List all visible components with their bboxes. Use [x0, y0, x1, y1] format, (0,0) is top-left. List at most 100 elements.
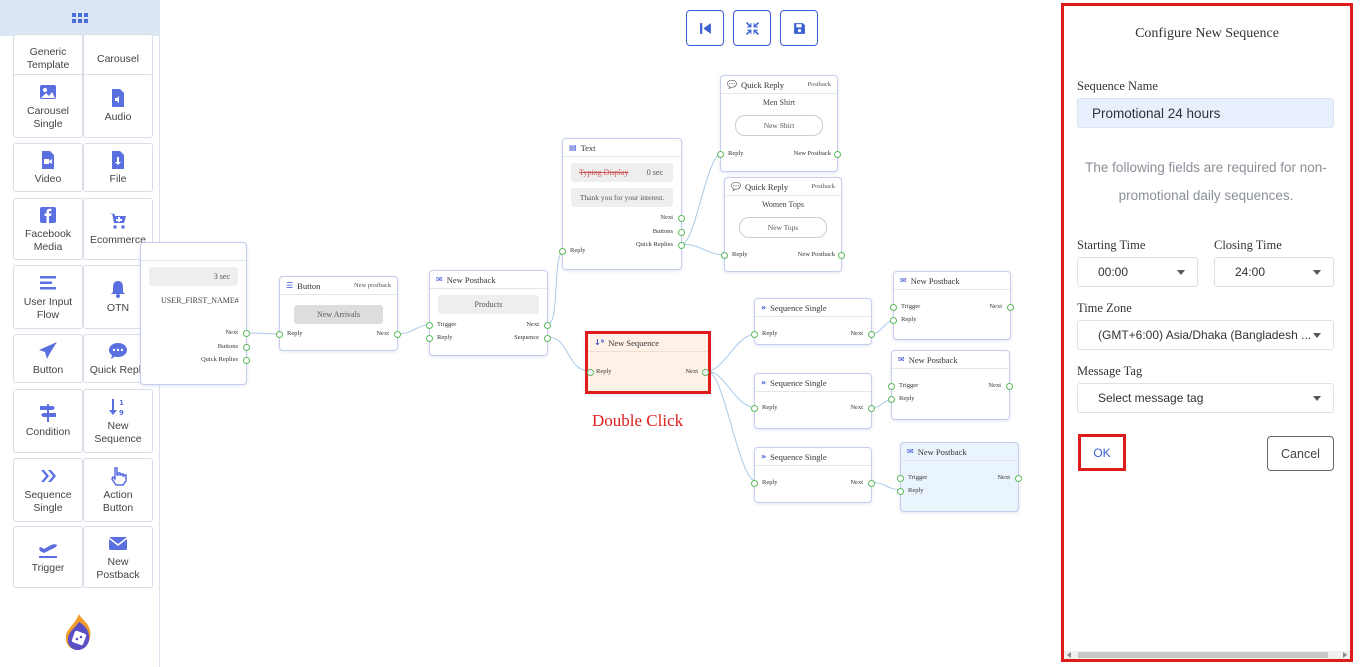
- input-port[interactable]: [751, 405, 758, 412]
- output-port[interactable]: [834, 151, 841, 158]
- sidebar-tile-facebook-media[interactable]: Facebook Media: [13, 198, 83, 260]
- message-tag-select[interactable]: Select message tag: [1077, 383, 1334, 413]
- node-title: New Sequence: [608, 337, 659, 348]
- envelope-icon: ✉: [436, 275, 443, 284]
- svg-text:9: 9: [119, 409, 124, 417]
- message-node[interactable]: 3 sec USER_FIRST_NAME# Next Buttons Quic…: [140, 242, 250, 385]
- output-port[interactable]: [243, 330, 250, 337]
- sidebar-tile-user-input-flow[interactable]: User Input Flow: [13, 265, 83, 329]
- video-file-icon: [38, 150, 58, 170]
- output-port[interactable]: [678, 242, 685, 249]
- output-port[interactable]: [394, 331, 401, 338]
- quick-reply-node[interactable]: 💬 Quick Reply Postback Women Tops New Tops…: [721, 177, 845, 272]
- input-port[interactable]: [276, 331, 283, 338]
- output-port[interactable]: [544, 322, 551, 329]
- postback-node[interactable]: ✉ New Postback Trigger Reply Next: [897, 442, 1022, 512]
- closing-time-value: 24:00: [1235, 265, 1266, 279]
- output-port[interactable]: [678, 215, 685, 222]
- port-trigger-label: Trigger: [901, 303, 921, 310]
- sequence-single-node[interactable]: » Sequence Single Reply Next: [751, 447, 875, 503]
- input-port[interactable]: [890, 304, 897, 311]
- input-port[interactable]: [890, 317, 897, 324]
- horizontal-scrollbar[interactable]: [1064, 651, 1350, 659]
- node-subtitle: New postback: [353, 282, 391, 289]
- port-reply-label: Reply: [287, 330, 303, 337]
- text-node[interactable]: ▤ Text Typing Display 0 sec Thank you for…: [559, 138, 685, 270]
- input-port[interactable]: [888, 396, 895, 403]
- sidebar-tile-label: Button: [32, 363, 64, 376]
- input-port[interactable]: [721, 252, 728, 259]
- closing-time-select[interactable]: 24:00: [1214, 257, 1334, 287]
- input-port[interactable]: [897, 488, 904, 495]
- port-reply-label: Reply: [762, 404, 778, 411]
- cancel-button[interactable]: Cancel: [1267, 436, 1334, 471]
- plane-departure-icon: [38, 539, 58, 559]
- scroll-left-icon[interactable]: [1067, 652, 1071, 658]
- postback-node[interactable]: ✉ New Postback Trigger Reply Next: [888, 350, 1013, 420]
- sequence-name-input[interactable]: Promotional 24 hours: [1077, 98, 1334, 128]
- output-port[interactable]: [868, 405, 875, 412]
- new-sequence-node[interactable]: ↓⁹ New Sequence Reply Next: [585, 331, 711, 394]
- postback-node[interactable]: ✉ New Postback Trigger Reply Next: [890, 271, 1014, 340]
- port-next-label: Next: [850, 330, 863, 337]
- input-port[interactable]: [897, 475, 904, 482]
- output-port[interactable]: [243, 344, 250, 351]
- svg-text:1: 1: [119, 399, 124, 407]
- sidebar-tile-audio[interactable]: Audio: [83, 74, 153, 138]
- chevron-down-icon: [1313, 270, 1321, 275]
- output-port[interactable]: [544, 335, 551, 342]
- input-port[interactable]: [751, 331, 758, 338]
- output-port[interactable]: [678, 229, 685, 236]
- sidebar-tile-label: Video: [34, 172, 62, 185]
- input-port[interactable]: [559, 248, 566, 255]
- sidebar-tile-new-sequence[interactable]: 1 9 New Sequence: [83, 389, 153, 453]
- input-port[interactable]: [888, 383, 895, 390]
- output-port[interactable]: [1007, 304, 1014, 311]
- input-port[interactable]: [587, 369, 594, 376]
- postback-node[interactable]: ✉ New Postback Products Trigger Reply Nex…: [426, 270, 551, 356]
- sequence-single-node[interactable]: » Sequence Single Reply Next: [751, 373, 875, 429]
- time-zone-select[interactable]: (GMT+6:00) Asia/Dhaka (Bangladesh ...: [1077, 320, 1334, 350]
- output-port[interactable]: [838, 252, 845, 259]
- button-node[interactable]: ☰ Button New postback New Arrivals Reply N…: [276, 276, 401, 351]
- input-port[interactable]: [717, 151, 724, 158]
- scroll-right-icon[interactable]: [1343, 652, 1347, 658]
- starting-time-select[interactable]: 00:00: [1077, 257, 1198, 287]
- output-port[interactable]: [868, 331, 875, 338]
- first-step-button[interactable]: [686, 10, 724, 46]
- output-port[interactable]: [1015, 475, 1022, 482]
- sidebar-tile-sequence-single[interactable]: Sequence Single: [13, 458, 83, 522]
- text-message: Thank you for your interest.: [571, 188, 673, 207]
- compress-button[interactable]: [733, 10, 771, 46]
- output-port[interactable]: [702, 369, 709, 376]
- envelope-icon: ✉: [900, 276, 907, 285]
- output-port[interactable]: [243, 357, 250, 364]
- input-port[interactable]: [426, 335, 433, 342]
- flow-canvas[interactable]: 3 sec USER_FIRST_NAME# Next Buttons Quic…: [140, 0, 1060, 667]
- sidebar-tile-trigger[interactable]: Trigger: [13, 526, 83, 588]
- sequence-single-node[interactable]: » Sequence Single Reply Next: [751, 298, 875, 345]
- quick-reply-node[interactable]: 💬 Quick Reply Postback Men Shirt New Shirt…: [717, 75, 841, 172]
- sidebar-tile-condition[interactable]: Condition: [13, 389, 83, 453]
- node-title: Text: [580, 142, 596, 153]
- port-reply-label: Reply: [762, 330, 778, 337]
- sidebar-tile-button[interactable]: Button: [13, 334, 83, 383]
- ok-button[interactable]: OK: [1078, 434, 1126, 471]
- sidebar-tile-carousel-single[interactable]: Carousel Single: [13, 74, 83, 138]
- scrollbar-thumb[interactable]: [1078, 652, 1328, 658]
- input-port[interactable]: [426, 322, 433, 329]
- sidebar-tile-label: Facebook Media: [24, 227, 72, 253]
- save-button[interactable]: [780, 10, 818, 46]
- sidebar-header[interactable]: [0, 0, 159, 36]
- sidebar-tile-file[interactable]: File: [83, 143, 153, 192]
- sidebar-tile-action-button[interactable]: Action Button: [83, 458, 153, 522]
- sidebar-tile-label: New Postback: [96, 555, 140, 581]
- output-port[interactable]: [1006, 383, 1013, 390]
- output-port[interactable]: [868, 480, 875, 487]
- input-port[interactable]: [751, 480, 758, 487]
- sidebar-tile-video[interactable]: Video: [13, 143, 83, 192]
- sidebar-tile-label: Carousel Single: [26, 104, 70, 130]
- message-tag-label: Message Tag: [1077, 364, 1143, 378]
- list-icon: ☰: [286, 281, 294, 290]
- sidebar-tile-new-postback[interactable]: New Postback: [83, 526, 153, 588]
